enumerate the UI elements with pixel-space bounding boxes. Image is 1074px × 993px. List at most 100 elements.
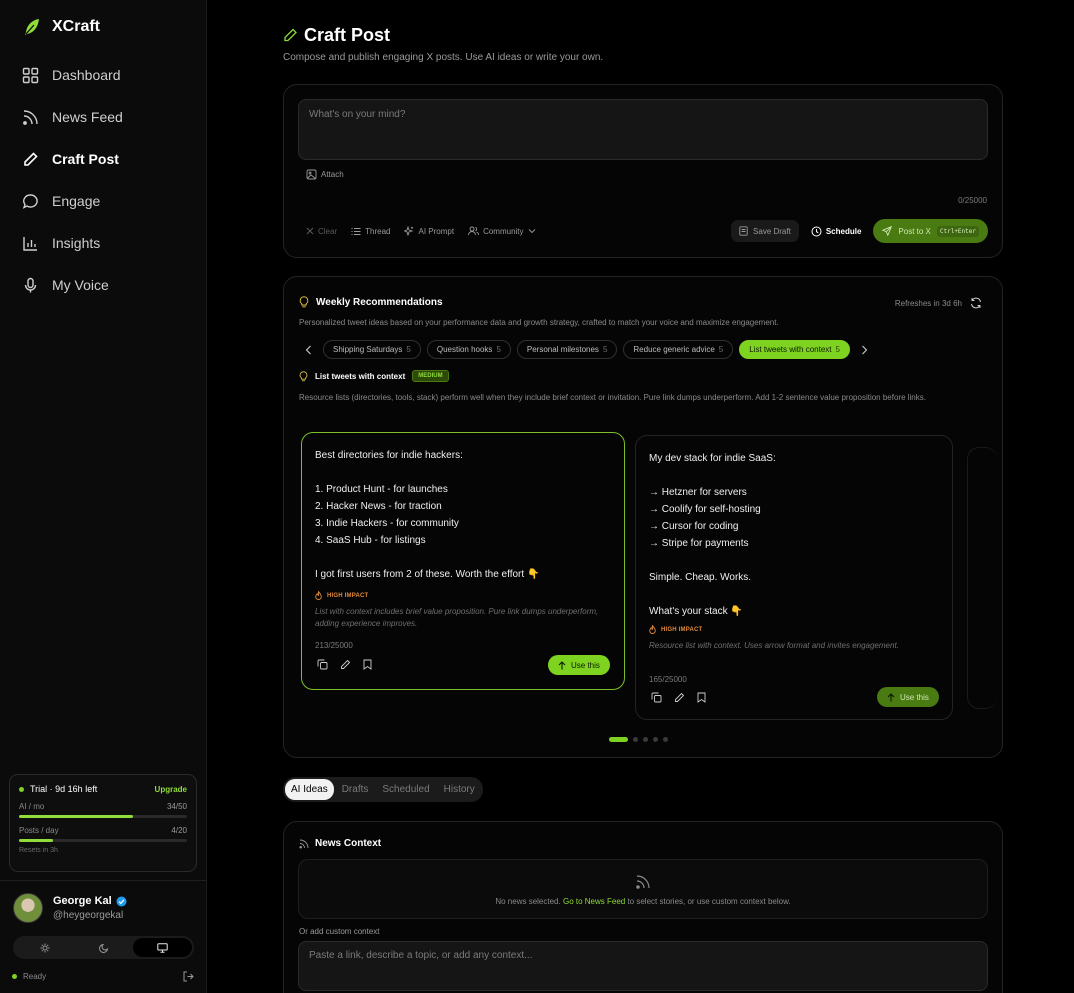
carousel-dot[interactable] <box>653 737 658 742</box>
topic-chips: Shipping Saturdays 5 Question hooks 5 Pers… <box>299 340 874 359</box>
go-to-news-feed-link[interactable]: Go to News Feed <box>563 897 625 906</box>
tweet-idea-card[interactable]: Best directories for indie hackers: 1. P… <box>301 432 625 690</box>
use-this-button[interactable]: Use this <box>877 687 939 707</box>
logout-icon[interactable] <box>183 971 194 982</box>
reco-description: Personalized tweet ideas based on your p… <box>299 318 779 327</box>
chip-label: Shipping Saturdays <box>333 345 403 354</box>
carousel-dot[interactable] <box>633 737 638 742</box>
copy-icon[interactable] <box>317 659 328 670</box>
clear-button[interactable]: Clear <box>306 227 337 236</box>
composer-actions: Save Draft Schedule Post to X Ctrl+Enter <box>731 219 988 243</box>
nav-item-my-voice[interactable]: My Voice <box>0 264 206 306</box>
thread-button[interactable]: Thread <box>351 227 390 236</box>
nav-item-craft-post[interactable]: Craft Post <box>0 138 206 180</box>
chip-question-hooks[interactable]: Question hooks 5 <box>426 340 511 359</box>
chevron-left-icon[interactable] <box>299 345 317 355</box>
save-draft-button[interactable]: Save Draft <box>731 220 799 242</box>
tweet-line: What's your stack 👇 <box>649 606 743 617</box>
nav-item-insights[interactable]: Insights <box>0 222 206 264</box>
attach-button[interactable]: Attach <box>306 169 344 180</box>
copy-icon[interactable] <box>651 692 662 703</box>
post-textarea[interactable]: What's on your mind? <box>298 99 988 160</box>
post-to-x-button[interactable]: Post to X Ctrl+Enter <box>873 219 988 243</box>
composer-toolbar: Clear Thread AI Prompt Community <box>306 226 536 236</box>
edit-icon[interactable] <box>340 659 351 670</box>
sparkles-icon <box>404 226 414 236</box>
theme-dark-button[interactable] <box>74 938 133 957</box>
sidebar-divider <box>0 880 206 881</box>
chip-personal-milestones[interactable]: Personal milestones 5 <box>516 340 618 359</box>
user-profile[interactable]: George Kal @heygeorgekal <box>13 893 127 923</box>
theme-light-button[interactable] <box>15 938 74 957</box>
chip-list-tweets-with-context[interactable]: List tweets with context 5 <box>739 340 850 359</box>
carousel-dot[interactable] <box>609 737 628 742</box>
posts-usage-bar <box>19 839 187 842</box>
weekly-recommendations-card: Weekly Recommendations Refreshes in 3d 6… <box>283 276 1003 758</box>
tab-scheduled[interactable]: Scheduled <box>376 779 435 800</box>
nav-label-insights: Insights <box>52 235 101 251</box>
community-select[interactable]: Community <box>468 226 535 236</box>
upgrade-link[interactable]: Upgrade <box>155 785 187 794</box>
chevron-right-icon[interactable] <box>856 345 874 355</box>
impact-label: HIGH IMPACT <box>661 626 703 633</box>
sidebar: XCraft Dashboard News Feed Craft Post En… <box>0 0 207 993</box>
document-icon <box>739 226 748 236</box>
lightbulb-icon <box>299 370 308 382</box>
user-name: George Kal <box>53 895 112 907</box>
tweet-idea-card-peek[interactable] <box>967 447 997 709</box>
chip-count: 5 <box>718 345 724 354</box>
theme-toggle <box>13 936 194 959</box>
news-selection-box: No news selected. Go to News Feed to sel… <box>298 859 988 919</box>
rss-icon <box>299 839 309 849</box>
news-empty-prefix: No news selected. <box>495 897 561 906</box>
ai-usage-value: 34/50 <box>166 802 187 811</box>
tab-drafts[interactable]: Drafts <box>336 779 375 800</box>
carousel-dot[interactable] <box>643 737 648 742</box>
refresh-icon[interactable] <box>970 297 982 309</box>
tweet-idea-card[interactable]: My dev stack for indie SaaS: → Hetzner f… <box>635 435 953 720</box>
impact-badge: HIGH IMPACT <box>649 625 702 634</box>
tab-history[interactable]: History <box>438 779 481 800</box>
use-this-label: Use this <box>571 660 600 670</box>
schedule-button[interactable]: Schedule <box>807 220 866 242</box>
reco-title-text: Weekly Recommendations <box>316 296 443 308</box>
tweet-idea-text: My dev stack for indie SaaS: → Hetzner f… <box>649 450 776 620</box>
bookmark-icon[interactable] <box>363 659 372 670</box>
schedule-label: Schedule <box>825 226 862 236</box>
edit-icon[interactable] <box>674 692 685 703</box>
microphone-icon <box>22 277 39 294</box>
clear-label: Clear <box>318 226 338 236</box>
tweet-line: 2. Hacker News - for traction <box>315 501 442 512</box>
tab-ai-ideas[interactable]: AI Ideas <box>285 779 334 800</box>
moon-icon <box>98 943 109 953</box>
nav-item-engage[interactable]: Engage <box>0 180 206 222</box>
ready-status-dot <box>12 974 17 979</box>
theme-system-button[interactable] <box>133 938 192 957</box>
main-nav: Dashboard News Feed Craft Post Engage In… <box>0 54 206 306</box>
chip-shipping-saturdays[interactable]: Shipping Saturdays 5 <box>323 340 421 359</box>
nav-item-dashboard[interactable]: Dashboard <box>0 54 206 96</box>
nav-item-news-feed[interactable]: News Feed <box>0 96 206 138</box>
chip-count: 5 <box>406 345 411 354</box>
trial-status-dot <box>19 786 24 792</box>
tweet-line: 4. SaaS Hub - for listings <box>315 535 426 546</box>
trial-label: Trial · 9d 16h left <box>30 784 98 794</box>
posts-usage-bar-fill <box>19 839 53 842</box>
char-count: 213/25000 <box>315 641 353 650</box>
selected-topic: List tweets with context MEDIUM <box>299 370 449 382</box>
ai-prompt-button[interactable]: AI Prompt <box>404 226 454 236</box>
posts-usage-label: Posts / day <box>19 826 59 835</box>
custom-context-input[interactable]: Paste a link, describe a topic, or add a… <box>298 941 988 991</box>
use-this-button[interactable]: Use this <box>548 655 610 675</box>
tweet-line: → Stripe for payments <box>649 538 749 549</box>
pencil-icon <box>22 151 39 168</box>
news-context-title: News Context <box>299 838 381 849</box>
post-label: Post to X <box>898 226 931 236</box>
monitor-icon <box>157 942 168 953</box>
carousel-dot[interactable] <box>663 737 668 742</box>
chip-label: List tweets with context <box>749 345 832 354</box>
composer-card: What's on your mind? Attach 0/25000 Clea… <box>283 84 1003 258</box>
bookmark-icon[interactable] <box>697 692 706 703</box>
chip-reduce-generic-advice[interactable]: Reduce generic advice 5 <box>623 340 734 359</box>
brand[interactable]: XCraft <box>22 17 100 37</box>
